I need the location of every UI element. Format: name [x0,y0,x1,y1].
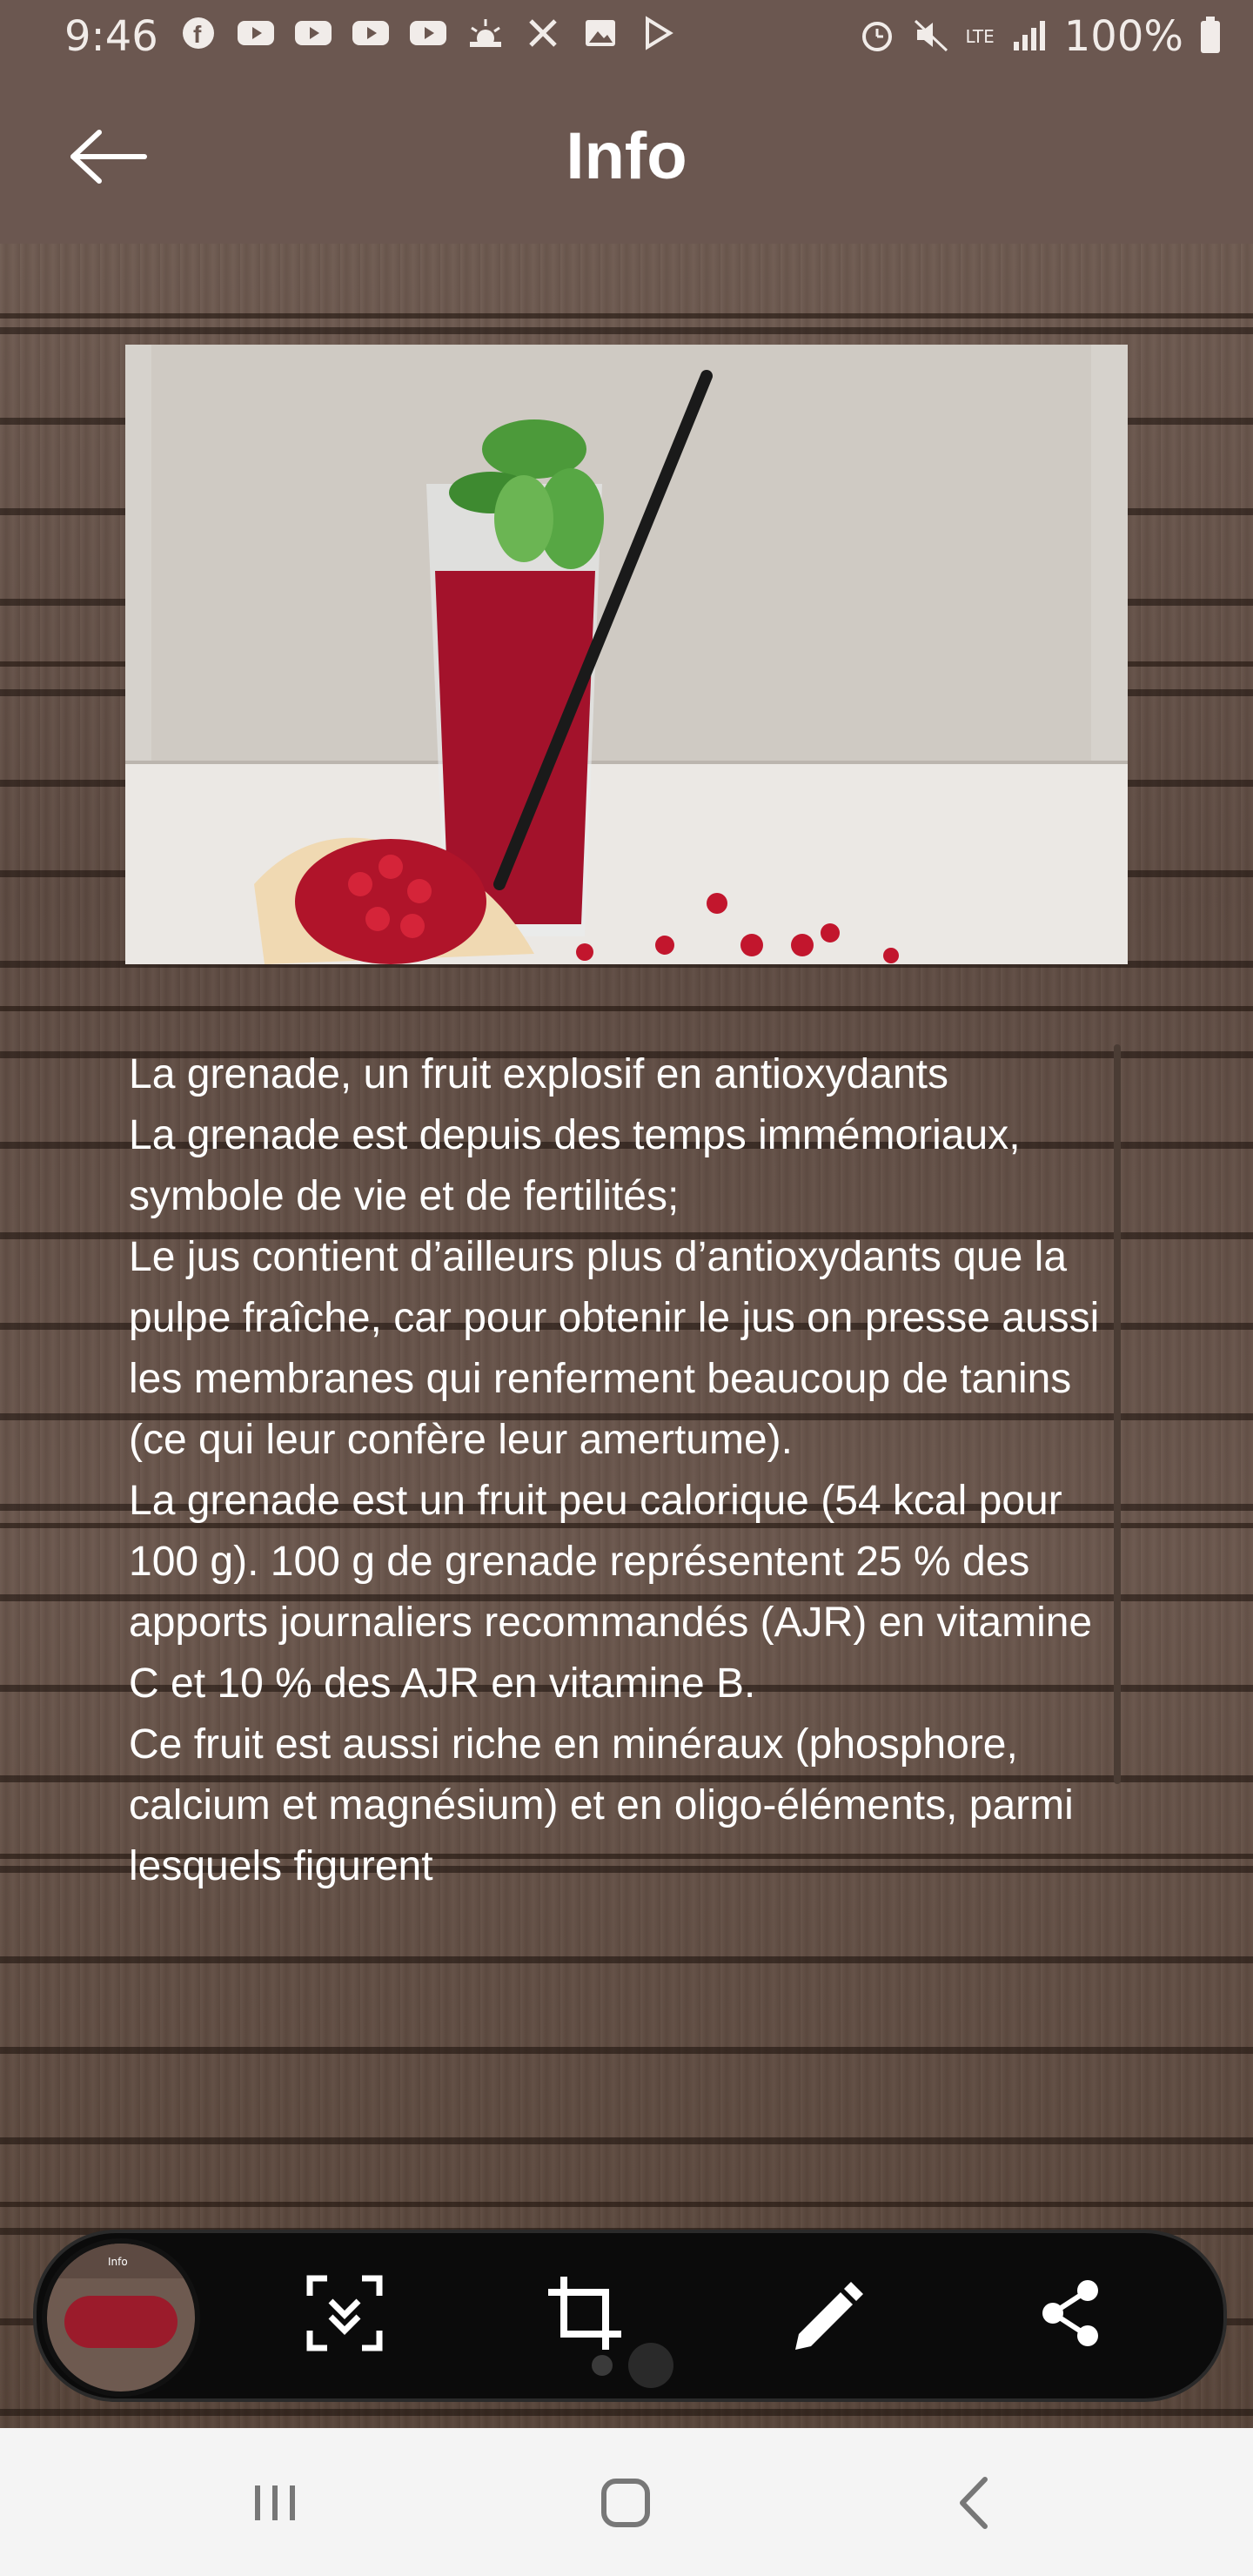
alarm-icon [858,16,896,57]
page-indicator [585,2341,680,2397]
weather-icon [466,16,505,50]
article-paragraph: La grenade, un fruit explosif en antioxy… [129,1051,948,1097]
article-paragraph: La grenade est un fruit peu calorique (5… [129,1478,1093,1707]
page-title: Info [566,119,687,193]
share-button[interactable] [1029,2271,1112,2355]
recent-apps-button[interactable] [237,2468,315,2538]
signal-icon [1010,17,1049,56]
recent-apps-icon [255,2485,295,2520]
nav-back-button[interactable] [936,2468,1015,2538]
article-text[interactable]: La grenade, un fruit explosif en antioxy… [129,1044,1129,2167]
youtube-icon [294,16,332,50]
back-icon [960,2477,988,2529]
lte-icon: LTE [965,26,995,47]
article-paragraph: Le jus contient d’ailleurs plus d’antiox… [129,1234,1100,1463]
home-icon [601,2479,650,2527]
youtube-icon [409,16,447,50]
youtube-icon [352,16,390,50]
battery-icon [1199,15,1222,58]
screenshot-thumbnail[interactable]: Info [42,2238,200,2397]
scrollbar[interactable] [1114,1044,1121,1784]
mute-icon [912,16,950,57]
share-icon [1042,2280,1098,2346]
image-icon [581,16,620,50]
scroll-capture-icon [306,2275,383,2351]
system-indicators: LTE 100% [858,12,1222,61]
article-paragraph: La grenade est depuis des temps immémori… [129,1112,1021,1219]
pomegranate-juice-image [125,345,1128,964]
app-bar: Info [0,73,1253,244]
svg-text:f: f [193,21,202,48]
facebook-icon: f [179,16,218,50]
notification-icons: f [179,16,677,50]
edit-button[interactable] [787,2271,870,2355]
status-time: 9:46 [64,12,158,61]
tools-icon [524,16,562,50]
battery-percent: 100% [1063,12,1183,61]
thumbnail-label: Info [108,2256,128,2268]
youtube-icon [237,16,275,50]
article-paragraph: Ce fruit est aussi riche en minéraux (ph… [129,1721,1074,1889]
navigation-bar [0,2428,1253,2576]
play-store-icon [639,16,677,50]
edit-icon [795,2282,863,2350]
home-button[interactable] [586,2468,665,2538]
scroll-capture-button[interactable] [303,2271,386,2355]
status-bar: 9:46 f LTE 100% [0,0,1253,73]
